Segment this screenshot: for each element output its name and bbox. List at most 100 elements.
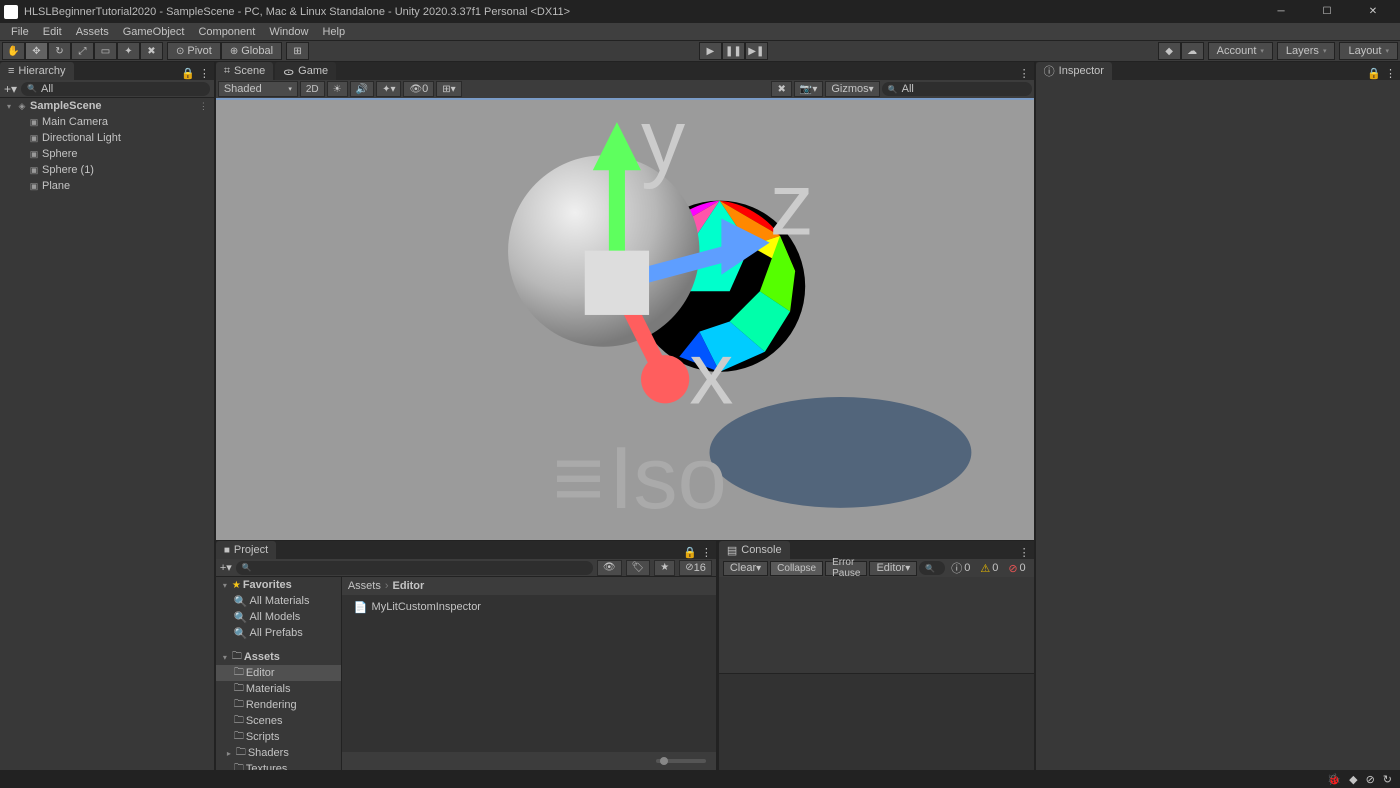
close-button[interactable]: ✕ (1350, 0, 1396, 23)
menu-gameobject[interactable]: GameObject (116, 25, 192, 39)
folder-item[interactable]: 🗀Materials (216, 681, 341, 697)
layout-dropdown[interactable]: Layout (1339, 42, 1398, 60)
folder-item[interactable]: ▸🗀Shaders (216, 745, 341, 761)
favorites-root[interactable]: ▾★Favorites (216, 577, 341, 593)
clear-button[interactable]: Clear ▾ (723, 561, 768, 576)
scene-viewport[interactable]: y z x ≡ Iso (216, 98, 1034, 540)
pause-button[interactable]: ❚❚ (722, 42, 745, 60)
pivot-toggle[interactable]: ⊙Pivot (167, 42, 221, 60)
status-icon[interactable]: ◆ (1349, 773, 1357, 786)
lighting-toggle[interactable]: ☀ (327, 81, 348, 97)
play-button[interactable]: ▶ (699, 42, 722, 60)
hierarchy-item[interactable]: ▣Directional Light (0, 130, 214, 146)
hierarchy-item[interactable]: ▣Sphere (0, 146, 214, 162)
scale-tool-button[interactable]: ⤢ (71, 42, 94, 60)
asset-item[interactable]: 📄 MyLitCustomInspector (346, 599, 712, 615)
gizmos-dropdown[interactable]: Gizmos ▾ (825, 81, 879, 97)
hand-tool-button[interactable]: ✋ (2, 42, 25, 60)
2d-toggle[interactable]: 2D (300, 81, 325, 97)
thumbnail-size-slider[interactable] (656, 759, 706, 763)
menu-edit[interactable]: Edit (36, 25, 69, 39)
breadcrumb-item[interactable]: Assets (348, 580, 381, 592)
filter-button[interactable]: 👁 (597, 560, 622, 576)
folder-item[interactable]: 🗀Scenes (216, 713, 341, 729)
collapse-button[interactable]: Collapse (770, 561, 823, 576)
project-search[interactable] (236, 561, 593, 575)
hierarchy-tab[interactable]: ≡ Hierarchy (0, 62, 74, 80)
hidden-count[interactable]: ⊘16 (679, 560, 712, 576)
game-tab[interactable]: ᯣ Game (275, 62, 336, 80)
custom-tool-button[interactable]: ✖ (140, 42, 163, 60)
breadcrumb-item[interactable]: Editor (393, 580, 425, 592)
filter-button[interactable]: ★ (654, 560, 675, 576)
folder-item[interactable]: 🗀Textures (216, 761, 341, 770)
error-count[interactable]: ⊘0 (1004, 562, 1029, 575)
collab-button[interactable]: ◆ (1158, 42, 1181, 60)
layers-dropdown[interactable]: Layers (1277, 42, 1336, 60)
scene-search[interactable]: All (882, 82, 1032, 96)
console-tab[interactable]: ▤ Console (719, 541, 790, 559)
assets-root[interactable]: ▾🗀Assets (216, 649, 341, 665)
rotate-tool-button[interactable]: ↻ (48, 42, 71, 60)
scene-tab[interactable]: ⌗ Scene (216, 62, 273, 80)
snap-button[interactable]: ⊞ (286, 42, 309, 60)
panel-menu-icon[interactable]: ⋮ (199, 67, 210, 80)
lock-icon[interactable]: 🔒 (683, 546, 697, 559)
global-toggle[interactable]: ⊕Global (221, 42, 282, 60)
create-dropdown[interactable]: +▾ (4, 82, 17, 96)
editor-dropdown[interactable]: Editor ▾ (869, 561, 917, 576)
lock-icon[interactable]: 🔒 (181, 67, 195, 80)
move-tool-button[interactable]: ✥ (25, 42, 48, 60)
console-search[interactable] (919, 561, 945, 575)
scene-menu-icon[interactable]: ⋮ (199, 101, 208, 112)
folder-item[interactable]: 🗀Editor (216, 665, 341, 681)
maximize-button[interactable]: ☐ (1304, 0, 1350, 23)
menu-assets[interactable]: Assets (69, 25, 116, 39)
status-icon[interactable]: ↻ (1383, 773, 1392, 786)
menu-help[interactable]: Help (315, 25, 352, 39)
audio-toggle[interactable]: 🔊 (350, 81, 374, 97)
hierarchy-item[interactable]: ▣Main Camera (0, 114, 214, 130)
folder-item[interactable]: 🗀Scripts (216, 729, 341, 745)
cloud-button[interactable]: ☁ (1181, 42, 1204, 60)
status-icon[interactable]: ⊘ (1366, 773, 1375, 786)
menu-window[interactable]: Window (262, 25, 315, 39)
minimize-button[interactable]: ─ (1258, 0, 1304, 23)
favorite-item[interactable]: 🔍All Prefabs (216, 625, 341, 641)
scene-root[interactable]: ▾ ◈ SampleScene ⋮ (0, 98, 214, 114)
menu-component[interactable]: Component (191, 25, 262, 39)
inspector-tab[interactable]: ⓘ Inspector (1036, 62, 1112, 80)
create-dropdown[interactable]: +▾ (220, 561, 232, 574)
orientation-gizmo[interactable]: y z x ≡ Iso (216, 106, 1026, 540)
account-dropdown[interactable]: Account (1208, 42, 1273, 60)
panel-menu-icon[interactable]: ⋮ (1019, 67, 1030, 80)
hierarchy-item[interactable]: ▣Plane (0, 178, 214, 194)
transform-tool-button[interactable]: ✦ (117, 42, 140, 60)
hierarchy-item[interactable]: ▣Sphere (1) (0, 162, 214, 178)
menu-file[interactable]: File (4, 25, 36, 39)
project-tab[interactable]: ■ Project (216, 541, 276, 559)
error-pause-button[interactable]: Error Pause (825, 561, 867, 576)
hierarchy-search[interactable]: All (21, 82, 210, 96)
hidden-toggle[interactable]: 👁0 (403, 81, 434, 97)
camera-button[interactable]: 📷▾ (794, 81, 823, 97)
fx-toggle[interactable]: ✦▾ (376, 81, 401, 97)
info-count[interactable]: ⓘ0 (947, 560, 974, 576)
panel-menu-icon[interactable]: ⋮ (701, 546, 712, 559)
step-button[interactable]: ▶❚ (745, 42, 768, 60)
filter-button[interactable]: 🏷 (626, 560, 651, 576)
draw-mode-dropdown[interactable]: Shaded▾ (218, 81, 298, 97)
tools-button[interactable]: ✖ (771, 81, 791, 97)
favorite-item[interactable]: 🔍All Materials (216, 593, 341, 609)
console-output (719, 577, 1034, 674)
favorite-item[interactable]: 🔍All Models (216, 609, 341, 625)
panel-menu-icon[interactable]: ⋮ (1019, 546, 1030, 559)
lock-icon[interactable]: 🔒 (1367, 67, 1381, 80)
folder-item[interactable]: 🗀Rendering (216, 697, 341, 713)
panel-menu-icon[interactable]: ⋮ (1385, 67, 1396, 80)
warn-count[interactable]: ⚠0 (976, 562, 1002, 575)
gameobject-icon: ▣ (28, 132, 40, 144)
rect-tool-button[interactable]: ▭ (94, 42, 117, 60)
status-icon[interactable]: 🐞 (1327, 773, 1341, 786)
grid-toggle[interactable]: ⊞▾ (436, 81, 461, 97)
